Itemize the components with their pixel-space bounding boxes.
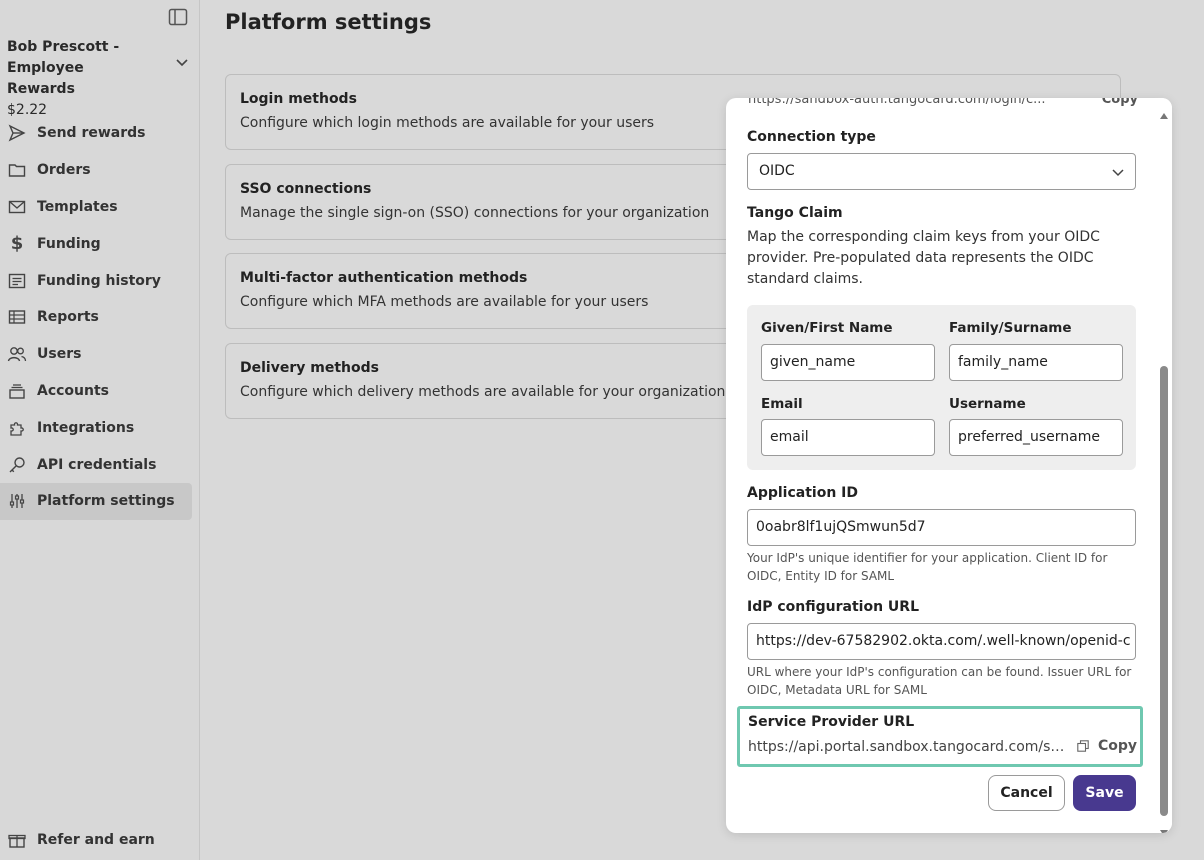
sliders-icon bbox=[7, 491, 27, 511]
sidebar-item-funding-history[interactable]: Funding history bbox=[0, 262, 192, 299]
sidebar-item-api-credentials[interactable]: API credentials bbox=[0, 446, 192, 483]
sidebar-item-label: Reports bbox=[37, 309, 99, 326]
email-label: Email bbox=[761, 396, 803, 412]
sso-connection-panel: https://sandbox-auth.tangocard.com/login… bbox=[726, 98, 1172, 833]
sidebar: Bob Prescott - Employee Rewards $2.22 Se… bbox=[0, 0, 200, 860]
account-name: Bob Prescott - Employee Rewards bbox=[7, 39, 120, 97]
claims-group: Given/First Name given_name Family/Surna… bbox=[747, 305, 1136, 470]
sp-url-copy-button[interactable]: Copy bbox=[1077, 738, 1137, 754]
connection-type-select[interactable]: OIDC bbox=[747, 153, 1136, 190]
scroll-thumb[interactable] bbox=[1160, 366, 1168, 816]
key-icon bbox=[7, 455, 27, 475]
sidebar-item-label: API credentials bbox=[37, 456, 157, 473]
application-id-label: Application ID bbox=[747, 485, 859, 501]
sidebar-item-send-rewards[interactable]: Send rewards bbox=[0, 115, 192, 152]
users-icon bbox=[7, 344, 27, 364]
mail-icon bbox=[7, 197, 27, 217]
service-provider-url-highlight: Service Provider URL https://api.portal.… bbox=[737, 706, 1143, 767]
refer-label: Refer and earn bbox=[37, 832, 155, 848]
sidebar-item-users[interactable]: Users bbox=[0, 336, 192, 373]
refer-and-earn-link[interactable]: Refer and earn bbox=[7, 830, 155, 850]
sidebar-item-label: Send rewards bbox=[37, 125, 146, 142]
username-input[interactable]: preferred_username bbox=[949, 419, 1123, 456]
sp-url-value: https://api.portal.sandbox.tangocard.com… bbox=[748, 739, 1066, 755]
stack-icon bbox=[7, 381, 27, 401]
connection-type-label: Connection type bbox=[747, 129, 876, 145]
cutoff-url: https://sandbox-auth.tangocard.com/login… bbox=[748, 98, 1046, 107]
given-name-label: Given/First Name bbox=[761, 320, 893, 336]
save-button[interactable]: Save bbox=[1073, 775, 1136, 811]
application-id-hint: Your IdP's unique identifier for your ap… bbox=[747, 551, 1108, 583]
sidebar-item-label: Platform settings bbox=[37, 493, 175, 510]
scroll-down-arrow-icon[interactable] bbox=[1160, 821, 1168, 833]
sidebar-item-label: Funding bbox=[37, 235, 101, 252]
idp-url-label: IdP configuration URL bbox=[747, 599, 919, 615]
sidebar-item-templates[interactable]: Templates bbox=[0, 189, 192, 226]
chevron-down-icon[interactable] bbox=[175, 53, 189, 67]
idp-url-input[interactable]: https://dev-67582902.okta.com/.well-know… bbox=[747, 623, 1136, 660]
table-icon bbox=[7, 307, 27, 327]
folder-icon bbox=[7, 160, 27, 180]
copy-label: Copy bbox=[1098, 738, 1138, 754]
list-icon bbox=[7, 271, 27, 291]
given-name-input[interactable]: given_name bbox=[761, 344, 935, 381]
email-input[interactable]: email bbox=[761, 419, 935, 456]
page-title: Platform settings bbox=[225, 10, 432, 34]
sidebar-toggle-icon[interactable] bbox=[168, 8, 188, 26]
family-name-input[interactable]: family_name bbox=[949, 344, 1123, 381]
cutoff-url-row: https://sandbox-auth.tangocard.com/login… bbox=[748, 98, 1138, 107]
panel-scroll-content: https://sandbox-auth.tangocard.com/login… bbox=[726, 98, 1156, 833]
sidebar-item-platform-settings[interactable]: Platform settings bbox=[0, 482, 192, 520]
sidebar-item-orders[interactable]: Orders bbox=[0, 152, 192, 189]
tango-claim-label: Tango Claim bbox=[747, 205, 843, 221]
sidebar-item-accounts[interactable]: Accounts bbox=[0, 373, 192, 410]
cutoff-copy-button[interactable]: Copy bbox=[1102, 98, 1138, 107]
connection-type-value: OIDC bbox=[759, 163, 795, 179]
account-switcher[interactable]: Bob Prescott - Employee Rewards $2.22 bbox=[7, 37, 192, 118]
copy-icon bbox=[1077, 740, 1089, 752]
panel-scrollbar[interactable] bbox=[1156, 98, 1172, 833]
sidebar-item-label: Funding history bbox=[37, 272, 161, 289]
sidebar-item-funding[interactable]: $ Funding bbox=[0, 225, 192, 262]
sidebar-item-integrations[interactable]: Integrations bbox=[0, 409, 192, 446]
sidebar-item-label: Templates bbox=[37, 198, 118, 215]
tango-claim-description: Map the corresponding claim keys from yo… bbox=[747, 229, 1100, 287]
sp-url-label: Service Provider URL bbox=[748, 714, 915, 730]
sidebar-item-label: Users bbox=[37, 346, 82, 363]
puzzle-icon bbox=[7, 418, 27, 438]
dollar-icon: $ bbox=[10, 233, 24, 255]
gift-icon bbox=[7, 830, 27, 850]
sidebar-item-label: Orders bbox=[37, 162, 91, 179]
sidebar-item-label: Integrations bbox=[37, 419, 135, 436]
chevron-down-icon bbox=[1111, 166, 1125, 177]
username-label: Username bbox=[949, 396, 1026, 412]
cancel-button[interactable]: Cancel bbox=[988, 775, 1065, 811]
scroll-up-arrow-icon[interactable] bbox=[1160, 104, 1168, 119]
family-name-label: Family/Surname bbox=[949, 320, 1072, 336]
sidebar-item-reports[interactable]: Reports bbox=[0, 299, 192, 336]
sidebar-nav: Send rewards Orders Templates $ Funding … bbox=[0, 115, 192, 520]
send-icon bbox=[7, 123, 27, 143]
idp-url-hint: URL where your IdP's configuration can b… bbox=[747, 665, 1132, 697]
application-id-input[interactable]: 0oabr8lf1ujQSmwun5d7 bbox=[747, 509, 1136, 546]
sidebar-item-label: Accounts bbox=[37, 382, 110, 399]
